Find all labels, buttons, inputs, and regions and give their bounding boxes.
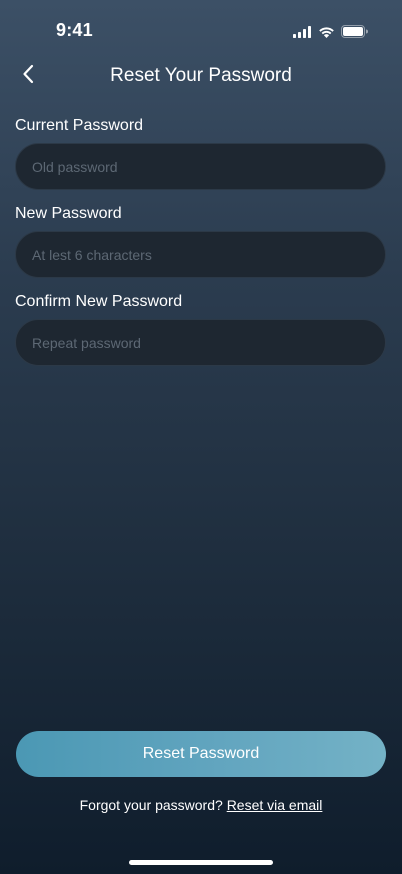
battery-icon bbox=[341, 25, 368, 43]
wifi-icon bbox=[318, 25, 335, 43]
current-password-input[interactable] bbox=[15, 143, 386, 190]
current-password-field: Current Password bbox=[15, 116, 386, 190]
confirm-password-field: Confirm New Password bbox=[15, 292, 386, 366]
confirm-password-label: Confirm New Password bbox=[15, 293, 183, 310]
reset-password-button[interactable]: Reset Password bbox=[16, 731, 386, 777]
home-indicator bbox=[129, 860, 273, 865]
reset-password-screen: 9:41 Reset Your Password Current Passwor… bbox=[0, 0, 402, 874]
status-time: 9:41 bbox=[56, 20, 93, 40]
current-password-label: Current Password bbox=[15, 117, 144, 134]
forgot-password-prompt: Forgot your password? bbox=[79, 797, 223, 813]
new-password-label: New Password bbox=[15, 205, 122, 222]
page-title: Reset Your Password bbox=[110, 65, 292, 86]
cellular-signal-icon bbox=[293, 25, 312, 43]
forgot-password-footer: Forgot your password? Reset via email bbox=[0, 797, 402, 813]
reset-password-form: Current Password New Password Confirm Ne… bbox=[15, 116, 386, 380]
status-bar: 9:41 bbox=[0, 0, 402, 54]
status-icons bbox=[293, 25, 368, 43]
new-password-field: New Password bbox=[15, 204, 386, 278]
nav-bar: Reset Your Password bbox=[0, 56, 402, 96]
new-password-input[interactable] bbox=[15, 231, 386, 278]
confirm-password-input[interactable] bbox=[15, 319, 386, 366]
reset-via-email-link[interactable]: Reset via email bbox=[227, 797, 323, 813]
